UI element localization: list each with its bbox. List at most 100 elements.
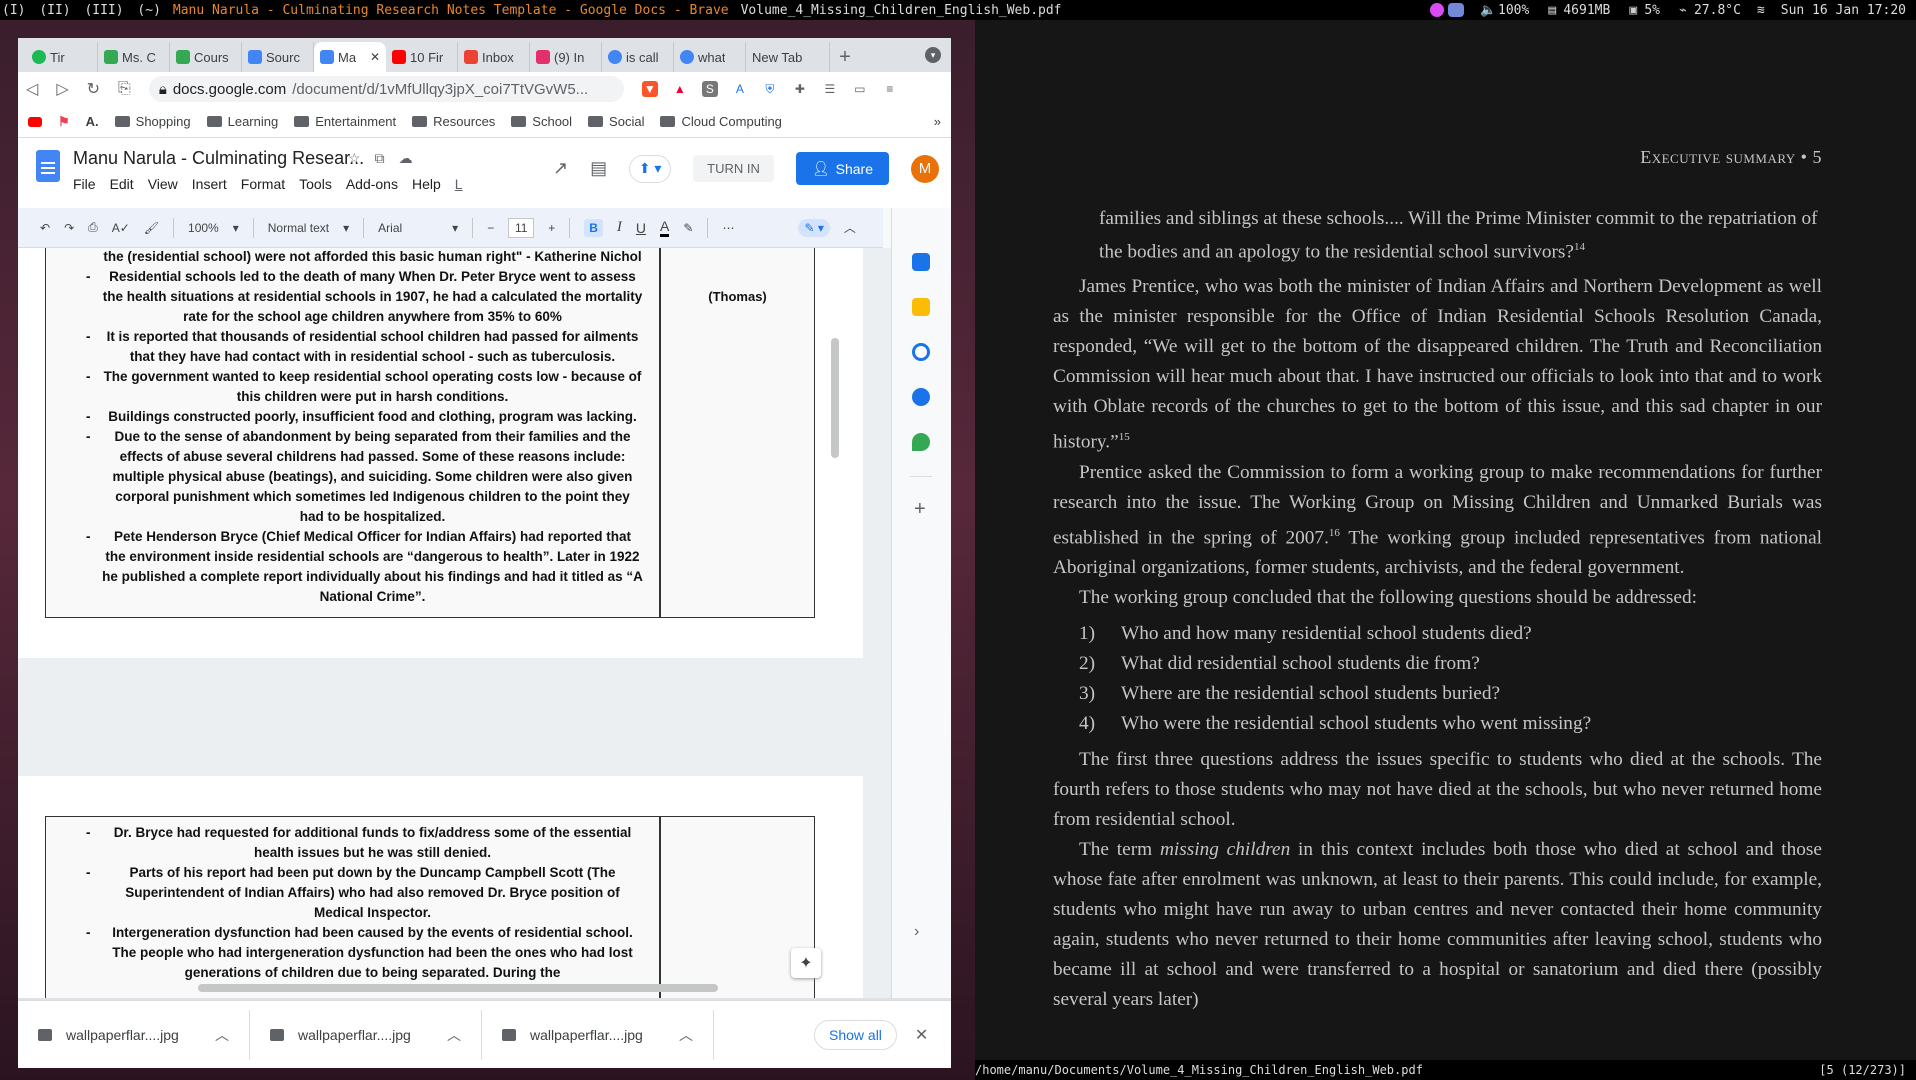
- text-color-icon[interactable]: A: [660, 218, 670, 237]
- chevron-up-icon[interactable]: ︿: [679, 1025, 693, 1045]
- tab-search-icon[interactable]: ▾: [925, 47, 941, 63]
- download-item[interactable]: wallpaperflar....jpg ︿: [482, 1009, 714, 1060]
- pocket-bookmark-icon[interactable]: ⚑: [58, 114, 70, 130]
- cloud-status-icon[interactable]: ☁: [399, 150, 413, 167]
- workspace-2[interactable]: (II): [39, 3, 70, 18]
- brave-rewards-icon[interactable]: ▲: [672, 81, 688, 97]
- citation-cell[interactable]: (Thomas): [660, 248, 815, 618]
- more-bookmarks-icon[interactable]: »: [934, 114, 941, 129]
- back-icon[interactable]: ◁: [26, 79, 38, 99]
- youtube-bookmark-icon[interactable]: [28, 116, 42, 127]
- chevron-up-icon[interactable]: ︿: [215, 1025, 229, 1045]
- menu-edit[interactable]: Edit: [110, 176, 134, 192]
- add-addon-icon[interactable]: +: [914, 498, 926, 521]
- avatar[interactable]: M: [911, 154, 939, 183]
- menu-insert[interactable]: Insert: [192, 176, 227, 192]
- bookmark-icon[interactable]: ⎘: [118, 80, 131, 98]
- menu-file[interactable]: File: [73, 176, 96, 192]
- menu-tools[interactable]: Tools: [299, 176, 332, 192]
- comment-history-icon[interactable]: ▤: [590, 158, 607, 179]
- collapse-toolbar-icon[interactable]: ︿: [844, 219, 856, 236]
- notes-cell[interactable]: Dr. Bryce had requested for additional f…: [45, 816, 660, 998]
- spellcheck-icon[interactable]: A✓: [112, 221, 130, 235]
- menu-format[interactable]: Format: [241, 176, 285, 192]
- menu-help[interactable]: Help: [412, 176, 441, 192]
- bookmark-folder-school[interactable]: School: [511, 114, 572, 129]
- keep-icon[interactable]: [912, 298, 930, 316]
- move-folder-icon[interactable]: ⧉: [375, 150, 385, 167]
- menu-addons[interactable]: Add-ons: [346, 176, 398, 192]
- reading-list-icon[interactable]: ☰: [822, 81, 838, 97]
- browser-tab[interactable]: is call: [602, 42, 674, 72]
- reload-icon[interactable]: ↻: [87, 79, 100, 99]
- document-canvas[interactable]: the (residential school) were not afford…: [18, 248, 891, 998]
- show-all-button[interactable]: Show all: [814, 1019, 897, 1050]
- workspace-1[interactable]: (I): [2, 3, 25, 18]
- horizontal-scrollbar[interactable]: [198, 984, 718, 992]
- wifi-icon[interactable]: ≋: [1757, 3, 1765, 18]
- print-icon[interactable]: ⎙: [88, 220, 98, 235]
- explore-button[interactable]: ✦: [791, 948, 821, 978]
- bookmark-folder-resources[interactable]: Resources: [412, 114, 495, 129]
- tasks-icon[interactable]: [912, 343, 930, 361]
- close-icon[interactable]: ✕: [915, 1025, 928, 1045]
- extensions-puzzle-icon[interactable]: ✚: [792, 81, 808, 97]
- browser-tab[interactable]: 10 Fir: [386, 42, 458, 72]
- font-size-input[interactable]: 11: [508, 217, 535, 238]
- bookmark-folder-learning[interactable]: Learning: [206, 114, 278, 129]
- maps-icon[interactable]: [912, 433, 930, 451]
- browser-tab[interactable]: New Tab: [746, 42, 830, 72]
- underline-icon[interactable]: U: [636, 220, 646, 236]
- browser-tab[interactable]: Inbox: [458, 42, 530, 72]
- bookmark-folder-social[interactable]: Social: [588, 114, 644, 129]
- browser-tab-active[interactable]: Ma ✕: [314, 42, 386, 72]
- increase-font-size-icon[interactable]: +: [548, 221, 555, 235]
- browser-tab[interactable]: Sourc: [242, 42, 314, 72]
- brave-shield-icon[interactable]: ▼: [641, 81, 658, 97]
- workspace-list[interactable]: (I) (II) (III) (~): [0, 3, 167, 18]
- download-item[interactable]: wallpaperflar....jpg ︿: [250, 1009, 482, 1060]
- bookmark-folder-shopping[interactable]: Shopping: [114, 114, 191, 129]
- menu-view[interactable]: View: [148, 176, 178, 192]
- turn-in-button[interactable]: TURN IN: [693, 155, 774, 182]
- pdf-viewer[interactable]: Executive summary • 5 families and sibli…: [975, 20, 1916, 1080]
- browser-tab[interactable]: (9) In: [530, 42, 602, 72]
- forward-icon[interactable]: ▷: [56, 79, 68, 99]
- docs-logo-icon[interactable]: [36, 150, 60, 182]
- workspace-4[interactable]: (~): [137, 3, 160, 18]
- share-button[interactable]: 👤︎ Share: [795, 152, 889, 185]
- more-options-icon[interactable]: ⋯: [722, 221, 734, 235]
- paint-format-icon[interactable]: 🖌︎: [144, 221, 159, 235]
- zoom-select[interactable]: 100% ▾: [188, 221, 239, 235]
- browser-tab[interactable]: what: [674, 42, 746, 72]
- volume-status[interactable]: 🔈 100%: [1480, 3, 1529, 18]
- workspace-3[interactable]: (III): [84, 3, 123, 18]
- wallet-icon[interactable]: ▭: [852, 81, 868, 97]
- bold-icon[interactable]: B: [584, 218, 603, 237]
- italic-icon[interactable]: I: [617, 219, 622, 236]
- browser-menu-icon[interactable]: ≡: [882, 81, 898, 97]
- document-title[interactable]: Manu Narula - Culminating Resear...: [73, 148, 364, 169]
- privacy-badger-icon[interactable]: ⛨: [762, 81, 778, 97]
- calendar-icon[interactable]: [912, 253, 930, 271]
- last-edit-link[interactable]: L: [455, 176, 463, 192]
- address-bar[interactable]: 🔒︎ docs.google.com/document/d/1vMfUllqy3j…: [148, 76, 624, 102]
- browser-tab[interactable]: Cours: [170, 42, 242, 72]
- bookmark-folder-entertainment[interactable]: Entertainment: [294, 114, 396, 129]
- notes-cell[interactable]: the (residential school) were not afford…: [45, 248, 660, 618]
- font-select[interactable]: Arial ▾: [378, 221, 458, 235]
- undo-icon[interactable]: ↶: [40, 221, 50, 235]
- expand-panel-icon[interactable]: ›: [914, 923, 919, 941]
- close-tab-icon[interactable]: ✕: [370, 50, 380, 64]
- redo-icon[interactable]: ↷: [64, 221, 74, 235]
- extension-s-icon[interactable]: S: [701, 81, 718, 97]
- browser-tab[interactable]: Ms. C: [98, 42, 170, 72]
- bookmark-folder-cloud-computing[interactable]: Cloud Computing: [660, 114, 782, 129]
- app-tray-icons[interactable]: [1430, 3, 1465, 17]
- contacts-icon[interactable]: [912, 388, 930, 406]
- star-icon[interactable]: ☆: [348, 150, 361, 167]
- decrease-font-size-icon[interactable]: −: [487, 221, 494, 235]
- present-button[interactable]: ⬆ ▾: [629, 154, 672, 183]
- browser-tab[interactable]: Tir: [26, 42, 98, 72]
- editing-mode-icon[interactable]: ✎ ▾: [798, 218, 830, 237]
